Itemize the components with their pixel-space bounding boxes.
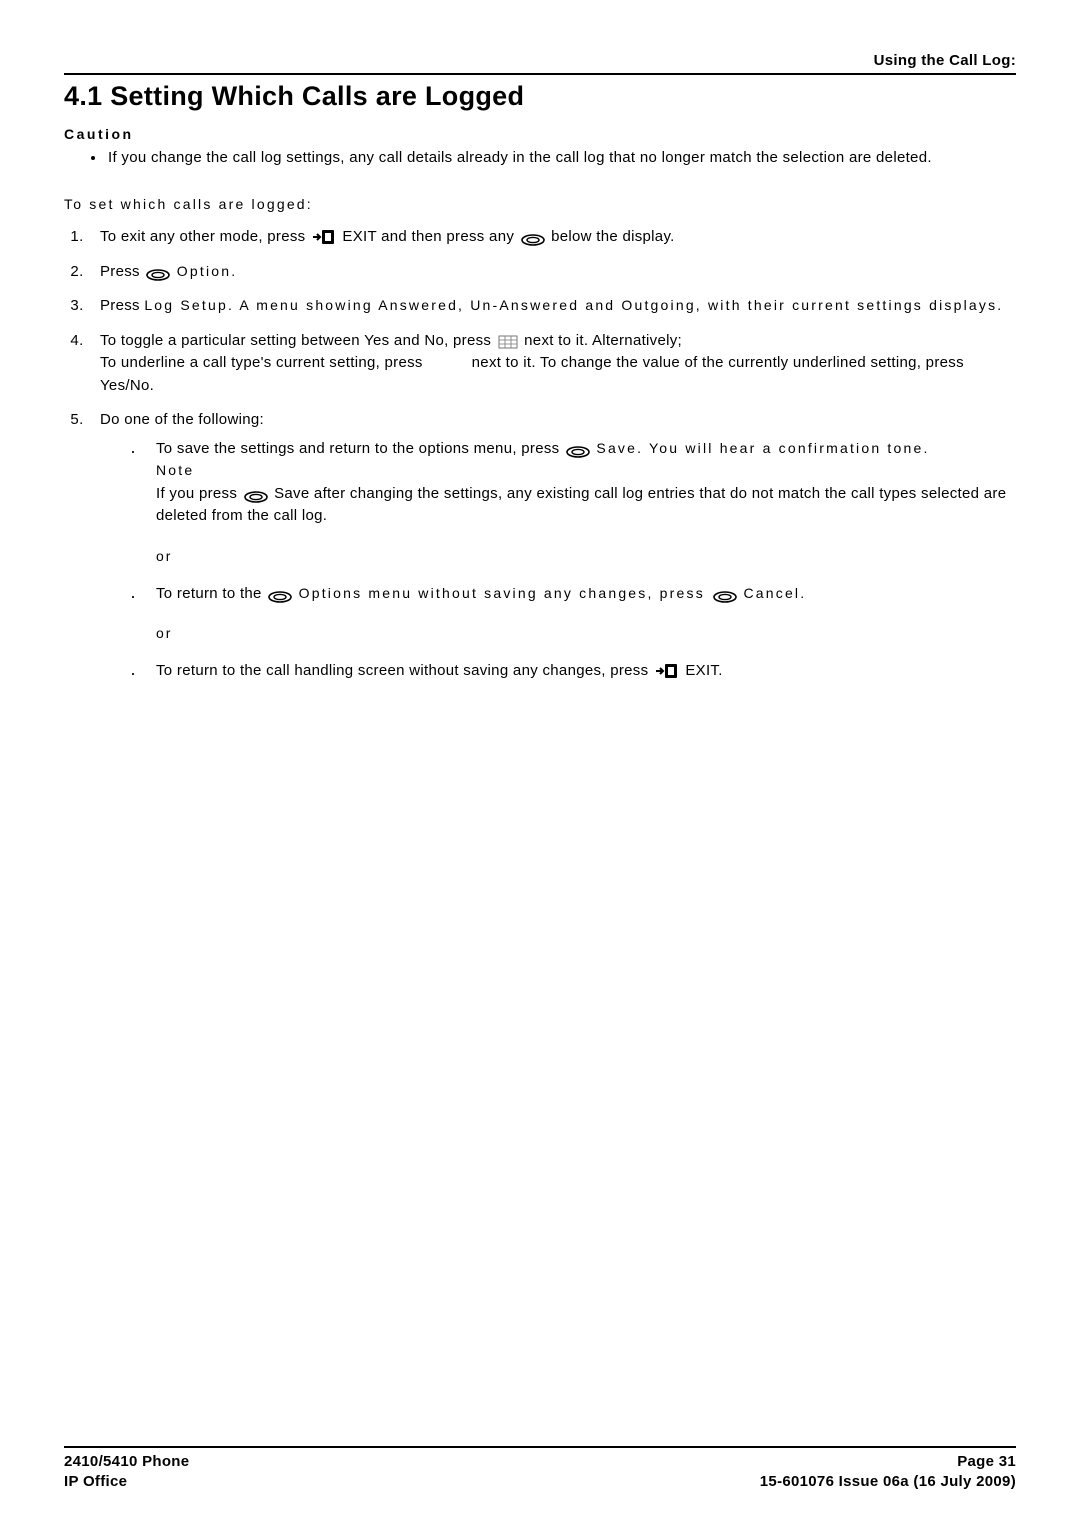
softkey-icon [268,588,292,600]
step-2-text-b: Option. [177,263,238,279]
step-1-text-c: below the display. [551,228,675,245]
caution-list: If you change the call log settings, any… [64,148,1016,168]
step-3-text-b: Log Setup. A menu showing Answered, Un-A… [144,297,1003,313]
substep-exit-a: To return to the call handling screen wi… [156,662,653,679]
substeps-list-3: To return to the call handling screen wi… [100,660,1016,683]
footer-right-1: Page 31 [957,1452,1016,1472]
substep-save: To save the settings and return to the o… [130,438,1016,528]
footer-left-1: 2410/5410 Phone [64,1452,189,1472]
substep-exit: To return to the call handling screen wi… [130,660,1016,683]
substep-cancel-b: Options menu without saving any changes,… [299,585,711,601]
substep-cancel-c: Cancel. [743,585,806,601]
or-separator-2: or [156,623,1016,644]
dialpad-icon [498,334,518,348]
header-rule [64,73,1016,75]
substeps-list: To save the settings and return to the o… [100,438,1016,528]
substep-cancel: To return to the Options menu without sa… [130,583,1016,606]
footer-left-2: IP Office [64,1472,127,1492]
section-title: 4.1 Setting Which Calls are Logged [64,81,1016,112]
exit-icon [312,229,336,245]
caution-item: If you change the call log settings, any… [106,148,1016,168]
substep-save-a: To save the settings and return to the o… [156,440,564,457]
note-label: Note [156,462,194,478]
substep-exit-b: EXIT. [685,662,722,679]
step-3-text-a: Press [100,297,144,314]
substep-save-d: Save after changing the settings, any ex… [156,485,1006,525]
substep-save-c: If you press [156,485,242,502]
softkey-icon [521,231,545,243]
step-4: To toggle a particular setting between Y… [88,330,1016,398]
softkey-icon [566,443,590,455]
step-4-text-b: next to it. Alternatively; [524,332,682,349]
step-2-text-a: Press [100,263,144,280]
step-3: Press Log Setup. A menu showing Answered… [88,295,1016,318]
step-4-text-c: To underline a call type's current setti… [100,354,427,371]
steps-list: To exit any other mode, press EXIT and t… [64,226,1016,683]
document-page: Using the Call Log: 4.1 Setting Which Ca… [0,0,1080,1528]
step-1: To exit any other mode, press EXIT and t… [88,226,1016,249]
step-4-text-a: To toggle a particular setting between Y… [100,332,496,349]
page-footer: 2410/5410 Phone Page 31 IP Office 15-601… [64,1446,1016,1493]
footer-rule [64,1446,1016,1448]
or-separator-1: or [156,546,1016,567]
footer-right-2: 15-601076 Issue 06a (16 July 2009) [760,1472,1016,1492]
intro-text: To set which calls are logged: [64,196,1016,212]
caution-label: Caution [64,126,1016,142]
step-1-text-b: EXIT and then press any [342,228,518,245]
substep-cancel-a: To return to the [156,585,266,602]
substeps-list-2: To return to the Options menu without sa… [100,583,1016,606]
step-5: Do one of the following: To save the set… [88,409,1016,683]
softkey-icon [713,588,737,600]
step-2: Press Option. [88,261,1016,284]
exit-icon [655,663,679,679]
step-5-text: Do one of the following: [100,411,264,428]
softkey-icon [146,266,170,278]
header-section-label: Using the Call Log: [64,52,1016,69]
substep-save-b: Save. You will hear a confirmation tone. [596,440,929,456]
step-1-text-a: To exit any other mode, press [100,228,310,245]
softkey-icon [244,488,268,500]
